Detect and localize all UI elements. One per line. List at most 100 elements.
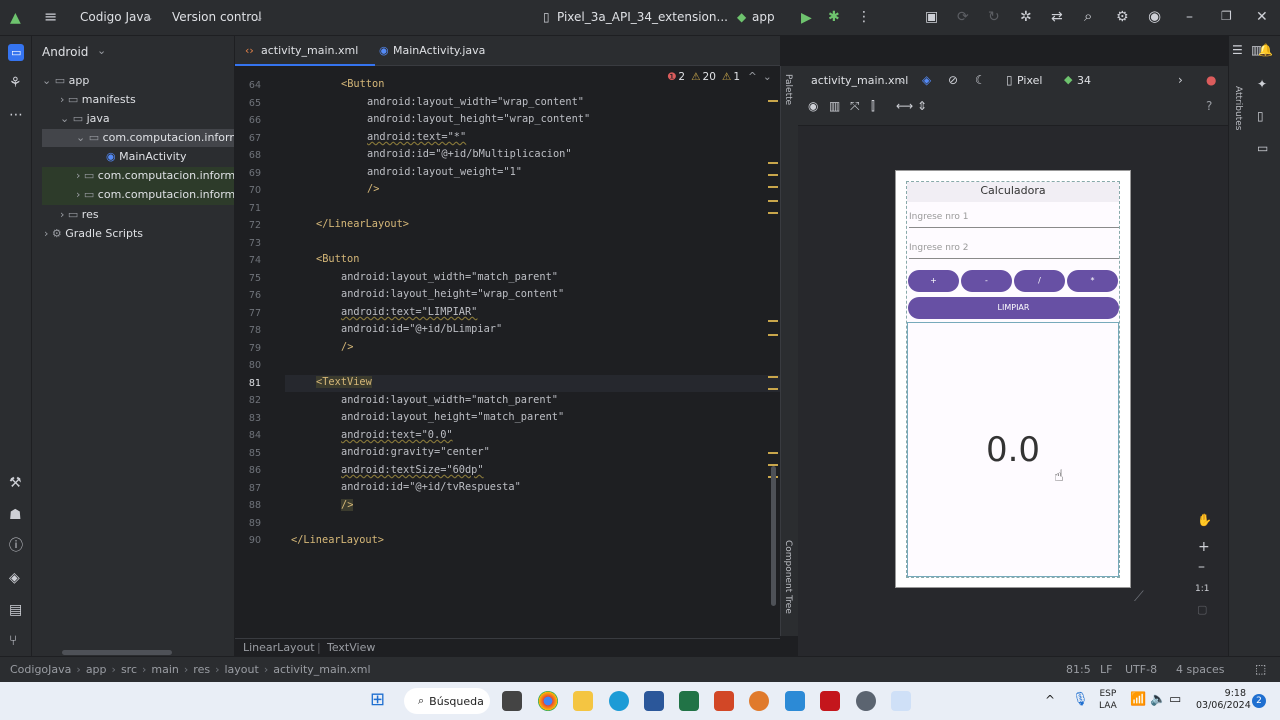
gear-icon[interactable]: ⚙ [1116, 10, 1129, 24]
palette-tab[interactable]: Palette [783, 74, 793, 105]
pack-icon[interactable]: ⟷ [896, 100, 913, 112]
blueprint-icon[interactable]: ⊘ [948, 74, 958, 86]
file-encoding[interactable]: UTF-8 [1125, 663, 1157, 676]
input-language[interactable]: ESP LAA [1099, 688, 1117, 712]
powerpoint-icon[interactable] [714, 691, 734, 711]
attributes-tab[interactable]: Attributes [1233, 86, 1243, 130]
zoom-in-icon[interactable]: + [1198, 540, 1210, 554]
path-item[interactable]: layout [224, 663, 258, 676]
night-mode-icon[interactable]: ☾ [975, 74, 986, 86]
restart-icon[interactable]: ↻ [988, 10, 1000, 24]
problems-icon[interactable]: ⓘ [9, 539, 23, 553]
windows-start-icon[interactable]: ⊞ [370, 691, 385, 709]
apply-changes-icon[interactable]: ⟳ [957, 10, 969, 24]
main-menu-icon[interactable]: ≡ [44, 9, 57, 25]
project-selector[interactable]: Codigo Java [80, 10, 151, 24]
path-item[interactable]: main [151, 663, 178, 676]
tree-item-package-main[interactable]: ⌄ ▭ com.computacion.informa [76, 131, 234, 144]
more-tools-icon[interactable]: ⋯ [9, 108, 23, 122]
task-view-icon[interactable] [502, 691, 522, 711]
code-line[interactable]: <Button [341, 78, 384, 90]
volume-icon[interactable]: 🔈 [1150, 693, 1166, 706]
close-icon[interactable]: ✕ [1256, 10, 1268, 24]
margins-icon[interactable]: ⫿ [871, 100, 875, 112]
code-line[interactable]: android:id="@+id/tvRespuesta" [341, 481, 521, 493]
code-line[interactable]: android:gravity="center" [341, 446, 490, 458]
project-tool-icon[interactable]: ▭ [8, 44, 25, 61]
code-line[interactable]: <TextView [316, 376, 372, 388]
acrobat-icon[interactable] [820, 691, 840, 711]
tree-item-res[interactable]: › ▭ res [60, 208, 99, 221]
project-horizontal-scrollbar[interactable] [62, 650, 172, 655]
pan-hand-icon[interactable]: ✋ [1197, 514, 1212, 526]
clear-button[interactable]: LIMPIAR [908, 297, 1119, 319]
file-explorer-icon[interactable] [573, 691, 593, 711]
debug-icon[interactable]: ✱ [828, 10, 840, 24]
code-line[interactable]: android:layout_height="wrap_content" [341, 288, 564, 300]
code-line[interactable]: android:textSize="60dp" [341, 464, 484, 476]
divide-button[interactable]: / [1014, 270, 1065, 292]
lock-icon[interactable]: ⬚ [1255, 663, 1266, 675]
code-line[interactable]: </LinearLayout> [316, 218, 409, 230]
tree-item-gradle-scripts[interactable]: › ⚙ Gradle Scripts [44, 227, 143, 240]
number-1-input[interactable]: Ingrese nro 1 [909, 206, 1119, 228]
zoom-actual-size[interactable]: 1:1 [1195, 584, 1209, 594]
tree-item-java[interactable]: ⌄ ▭ java [60, 112, 110, 125]
breadcrumb-textview[interactable]: TextView [327, 641, 375, 654]
chrome-icon[interactable] [538, 691, 558, 711]
device-mirror-icon[interactable]: ▯ [1257, 110, 1264, 122]
line-separator[interactable]: LF [1100, 663, 1112, 676]
code-line[interactable]: android:layout_height="match_parent" [341, 411, 564, 423]
add-button[interactable]: + [908, 270, 959, 292]
excel-icon[interactable] [679, 691, 699, 711]
breadcrumb-linearlayout[interactable]: LinearLayout [243, 641, 315, 654]
resource-manager-icon[interactable]: ⚘ [9, 76, 22, 90]
code-line[interactable]: </LinearLayout> [291, 534, 384, 546]
code-line[interactable]: android:layout_height="wrap_content" [367, 113, 590, 125]
restore-icon[interactable]: ❐ [1221, 10, 1232, 22]
path-item[interactable]: res [193, 663, 210, 676]
project-view-selector[interactable]: Android [42, 45, 88, 59]
tab-activity-main[interactable]: ‹› activity_main.xml [235, 36, 375, 66]
account-icon[interactable]: ◉ [1148, 9, 1161, 24]
code-line[interactable]: android:id="@+id/bLimpiar" [341, 323, 502, 335]
code-line[interactable]: /> [367, 183, 379, 195]
path-item[interactable]: activity_main.xml [273, 663, 370, 676]
sync-icon[interactable]: ⇄ [1051, 10, 1063, 24]
edge-icon[interactable] [609, 691, 629, 711]
build-icon[interactable]: ⚒ [9, 476, 22, 490]
more-icon[interactable]: ⋮ [857, 10, 871, 24]
component-tree-tab[interactable]: Component Tree [783, 540, 793, 614]
code-line[interactable]: android:text="LIMPIAR" [341, 306, 477, 318]
app-quality-icon[interactable]: ◈ [9, 571, 20, 585]
microphone-icon[interactable]: 🎙 [1072, 693, 1089, 706]
indent-settings[interactable]: 4 spaces [1176, 663, 1225, 676]
search-icon[interactable]: ⌕ [1084, 9, 1092, 24]
wifi-icon[interactable]: 📶 [1130, 693, 1146, 706]
word-icon[interactable] [644, 691, 664, 711]
code-line[interactable]: /> [341, 499, 354, 511]
tree-item-app[interactable]: ⌄ ▭ app [42, 74, 89, 87]
autoconnect-icon[interactable]: ⤧ [850, 100, 860, 112]
design-mode-icon[interactable]: ◈ [922, 74, 931, 86]
path-item[interactable]: app [86, 663, 107, 676]
chevron-up-icon[interactable]: ^ [1045, 694, 1055, 706]
path-item[interactable]: CodigoJava [10, 663, 71, 676]
multiply-button[interactable]: * [1067, 270, 1118, 292]
number-2-input[interactable]: Ingrese nro 2 [909, 237, 1119, 259]
git-icon[interactable]: ⑂ [9, 634, 17, 648]
run-icon[interactable]: ▶ [801, 11, 812, 25]
tree-item-mainactivity[interactable]: ◉ MainActivity [106, 150, 187, 163]
eye-icon[interactable]: ◉ [808, 100, 818, 112]
clock[interactable]: 9:18 03/06/2024 [1196, 688, 1251, 712]
running-devices-icon[interactable]: ▭ [1257, 142, 1268, 154]
code-line[interactable]: /> [341, 341, 353, 353]
zoom-fit-icon[interactable]: ▢ [1197, 604, 1207, 615]
code-line[interactable]: android:layout_weight="1" [367, 166, 522, 178]
device-manager-icon[interactable]: ▣ [925, 10, 938, 24]
notification-badge[interactable]: 2 [1252, 694, 1266, 708]
code-line[interactable]: android:id="@+id/bMultiplicacion" [367, 148, 572, 160]
result-textview[interactable]: 0.0 [907, 322, 1119, 577]
align-icon[interactable]: ⇕ [917, 100, 927, 112]
tree-item-manifests[interactable]: › ▭ manifests [60, 93, 136, 106]
